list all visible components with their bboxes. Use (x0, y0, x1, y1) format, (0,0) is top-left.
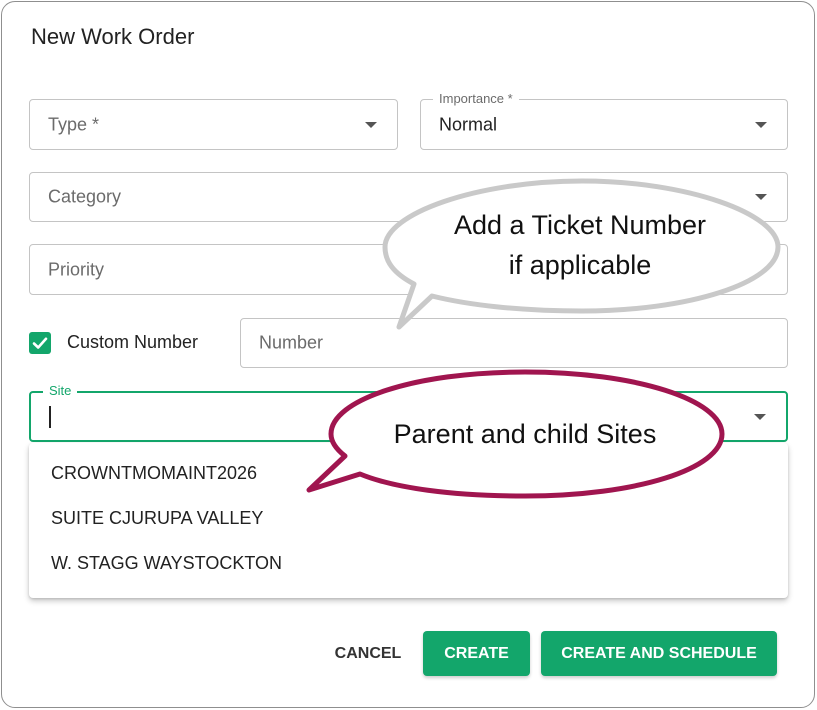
ticket-callout-line2: if applicable (508, 250, 652, 280)
ticket-callout-line1: Add a Ticket Number (453, 210, 707, 240)
callout-bubbles (306, 178, 781, 499)
ticket-callout-text: Add a Ticket Number if applicable (400, 205, 760, 285)
sites-callout-text: Parent and child Sites (393, 419, 657, 449)
